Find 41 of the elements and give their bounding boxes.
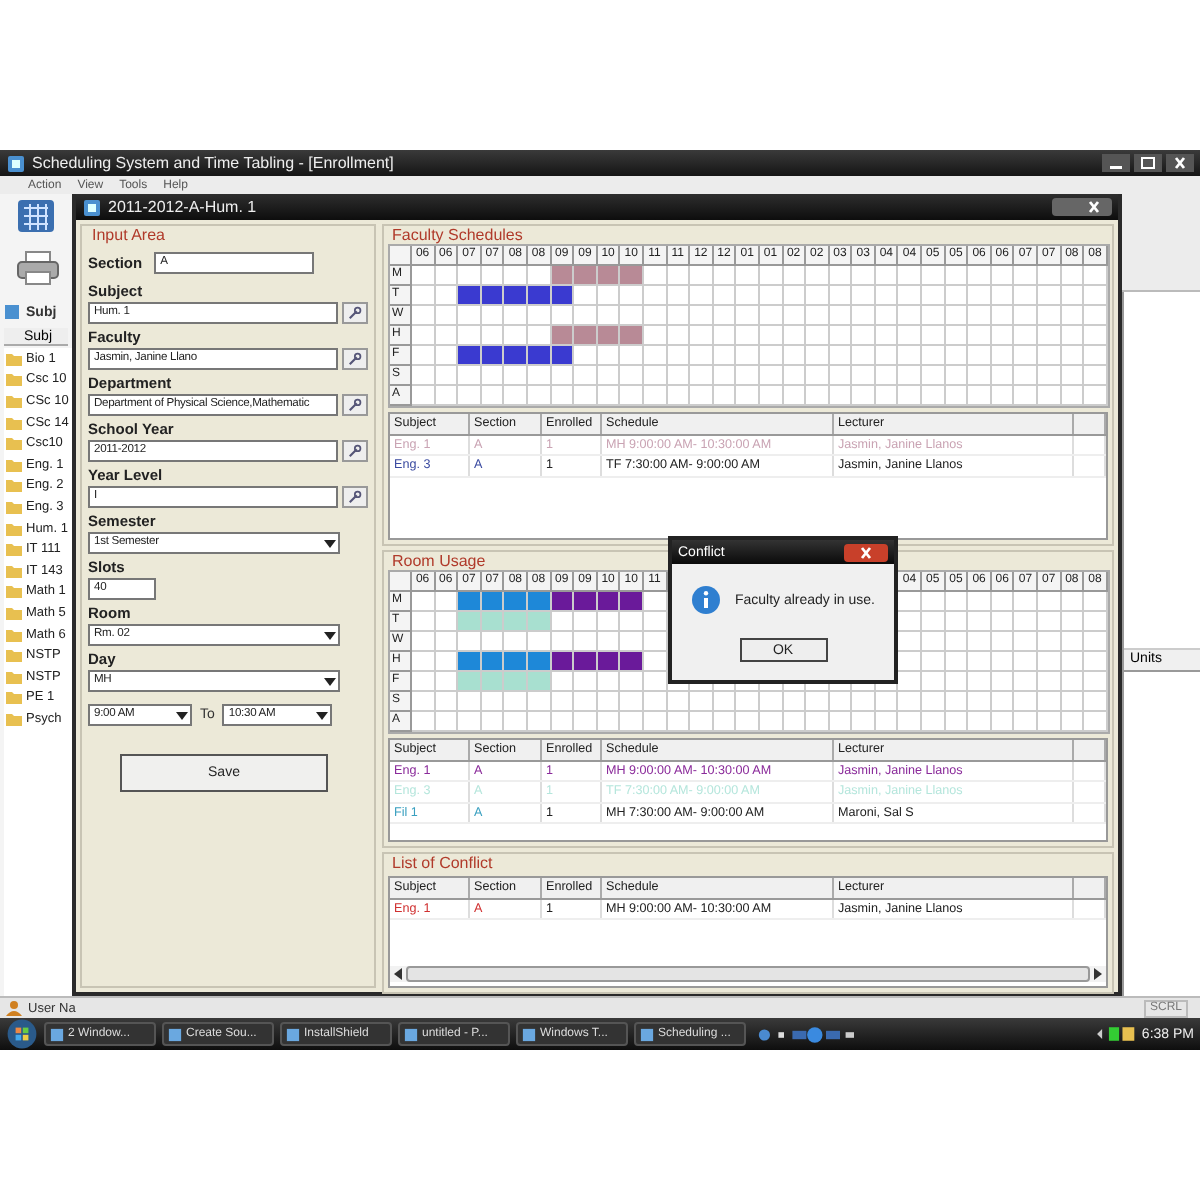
maximize-button[interactable] (1134, 154, 1162, 172)
lookup-button[interactable] (342, 486, 368, 508)
group-title: List of Conflict (390, 854, 495, 872)
window-icon (168, 1027, 182, 1041)
lookup-button[interactable] (342, 348, 368, 370)
group-title: Input Area (90, 226, 167, 244)
group-title: Faculty Schedules (390, 226, 525, 244)
close-button[interactable] (1166, 154, 1194, 172)
key-icon (348, 444, 362, 458)
printer-icon[interactable] (16, 250, 60, 286)
caret-icon (176, 711, 188, 719)
grid-icon[interactable] (16, 198, 56, 234)
group-title: Room Usage (390, 552, 488, 570)
window-icon (50, 1027, 64, 1041)
caret-icon (324, 677, 336, 685)
minimize-button[interactable] (1102, 154, 1130, 172)
window-icon (522, 1027, 536, 1041)
window-icon (286, 1027, 300, 1041)
lookup-button[interactable] (342, 440, 368, 462)
info-icon (690, 584, 723, 616)
window-icon (404, 1027, 418, 1041)
caret-icon (324, 631, 336, 639)
start-button[interactable] (6, 1018, 38, 1050)
app-icon (6, 153, 26, 173)
close-button[interactable] (844, 543, 888, 561)
scroll-bar[interactable] (390, 966, 1106, 982)
dialog-title: 2011-2012-A-Hum. 1 (108, 198, 257, 216)
key-icon (348, 352, 362, 366)
caret-icon (316, 711, 329, 719)
user-icon (6, 1000, 22, 1016)
document-icon (4, 304, 20, 320)
key-icon (348, 490, 362, 504)
key-icon (348, 398, 362, 412)
lookup-button[interactable] (342, 302, 368, 324)
lookup-button[interactable] (342, 394, 368, 416)
app-icon (82, 197, 102, 217)
window-icon (640, 1027, 654, 1041)
window-title: Scheduling System and Time Tabling - [Enrollment] (32, 154, 394, 172)
key-icon (348, 306, 362, 320)
caret-icon (324, 539, 336, 547)
close-button[interactable] (1052, 198, 1112, 216)
